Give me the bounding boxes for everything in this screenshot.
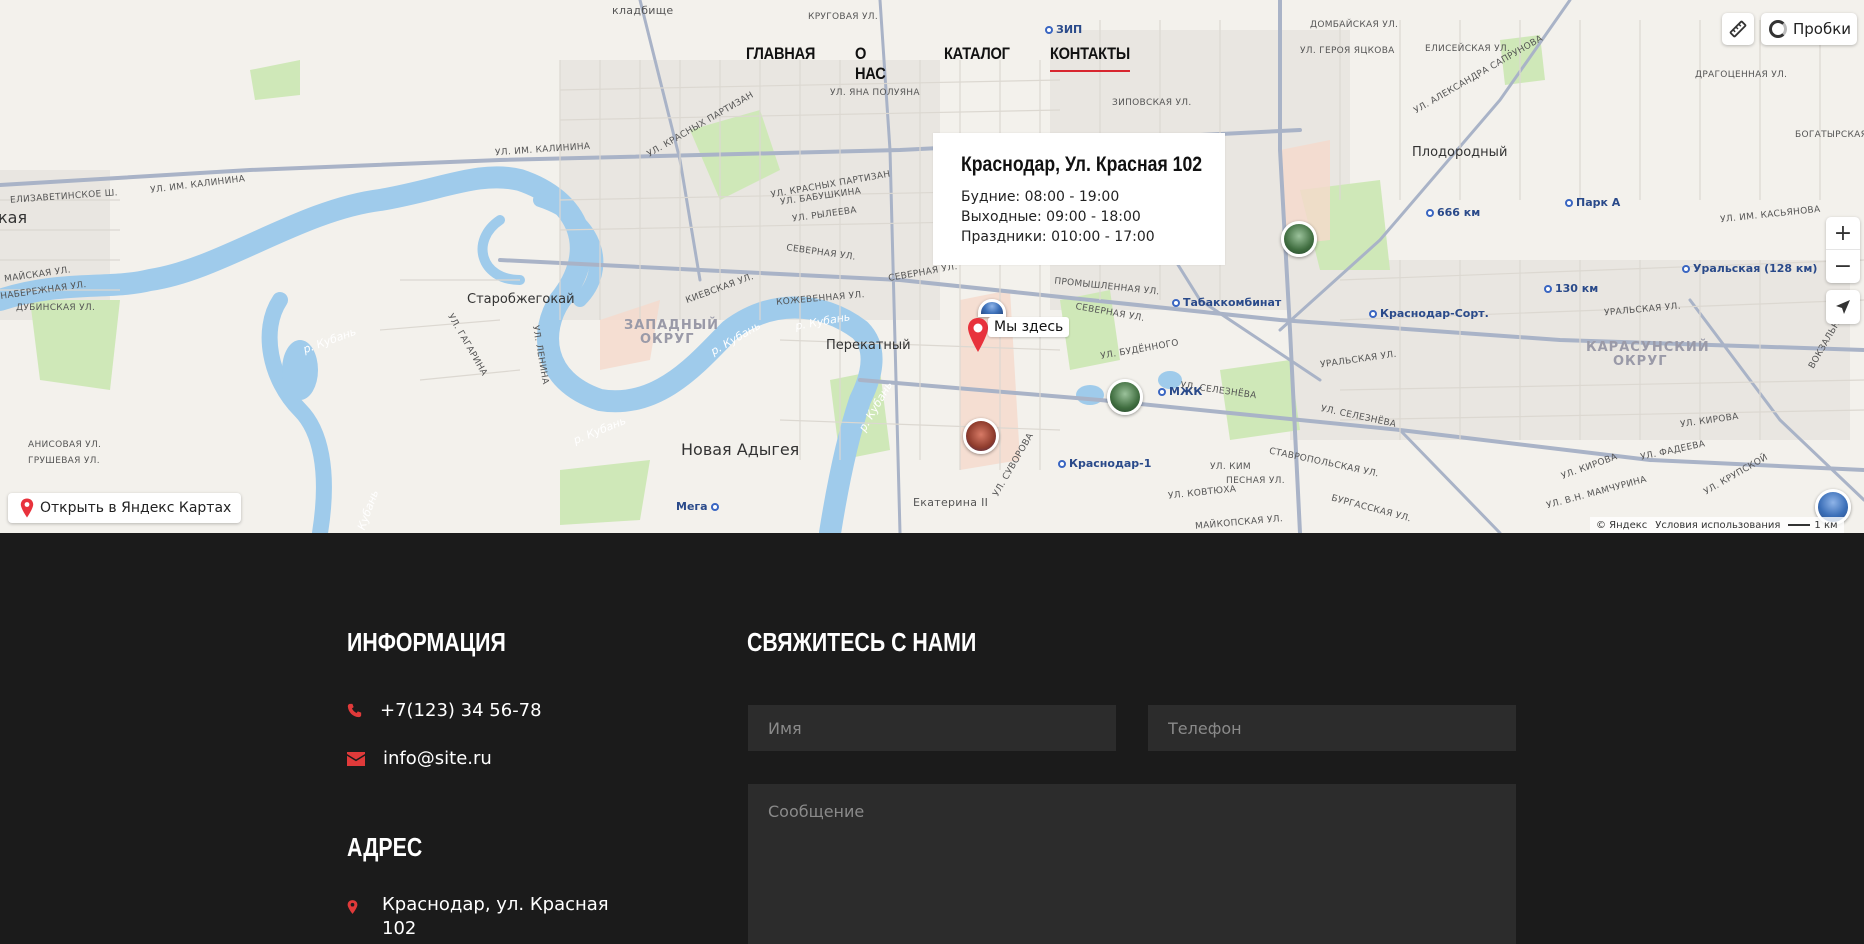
map-photo-marker[interactable] xyxy=(1107,379,1143,415)
open-in-yandex-maps-button[interactable]: Открыть в Яндекс Картах xyxy=(8,493,242,523)
info-heading: ИНФОРМАЦИЯ xyxy=(347,627,506,657)
nav-link-home[interactable]: ГЛАВНАЯ xyxy=(746,44,815,70)
ruler-button[interactable] xyxy=(1722,13,1754,45)
email-address: info@site.ru xyxy=(383,748,492,769)
traffic-button[interactable]: Пробки xyxy=(1761,13,1857,45)
geolocation-button[interactable] xyxy=(1826,290,1860,324)
phone-row[interactable]: +7(123) 34 56-78 xyxy=(347,700,542,721)
placemark-label: Мы здесь xyxy=(988,317,1070,337)
map[interactable]: кая Старобжегокай Новая Адыгея Перекатны… xyxy=(0,0,1864,533)
phone-icon xyxy=(347,703,362,718)
zoom-out-button[interactable]: − xyxy=(1826,250,1860,283)
zoom-in-button[interactable]: + xyxy=(1826,217,1860,250)
nav-link-catalog[interactable]: КАТАЛОГ xyxy=(944,44,1010,70)
map-pin-icon xyxy=(968,318,988,352)
email-row[interactable]: info@site.ru xyxy=(347,748,492,769)
map-photo-marker[interactable] xyxy=(963,418,999,454)
map-base xyxy=(0,0,1864,533)
contact-heading: СВЯЖИТЕСЬ С НАМИ xyxy=(747,627,977,657)
location-placemark[interactable]: Мы здесь xyxy=(966,317,1070,353)
phone-input[interactable] xyxy=(1148,705,1516,751)
map-copyright-bar: © Яндекс Условия использования 1 км xyxy=(1590,517,1844,533)
terms-link[interactable]: Условия использования xyxy=(1655,520,1780,531)
phone-number: +7(123) 34 56-78 xyxy=(380,700,542,721)
open-in-yandex-label: Открыть в Яндекс Картах xyxy=(40,500,232,516)
map-photo-marker[interactable] xyxy=(1281,221,1317,257)
name-input[interactable] xyxy=(748,705,1116,751)
traffic-label: Пробки xyxy=(1793,20,1852,38)
copyright-text: © Яндекс xyxy=(1596,519,1648,531)
traffic-icon xyxy=(1769,20,1787,38)
nav-link-contacts[interactable]: КОНТАКТЫ xyxy=(1050,44,1130,72)
location-title: Краснодар, Ул. Красная 102 xyxy=(961,153,1203,176)
hours-weekends: Выходные: 09:00 - 18:00 xyxy=(961,209,1141,225)
location-pin-icon xyxy=(347,900,358,914)
map-pin-icon xyxy=(20,498,34,518)
location-info-card: Краснодар, Ул. Красная 102 Будние: 08:00… xyxy=(933,133,1225,265)
address-text: Краснодар, ул. Красная 102 xyxy=(382,894,609,939)
ruler-icon xyxy=(1729,20,1747,38)
address-heading: АДРЕС xyxy=(347,832,423,862)
map-scale: 1 км xyxy=(1788,520,1838,531)
message-textarea[interactable] xyxy=(748,784,1516,944)
footer: ИНФОРМАЦИЯ +7(123) 34 56-78 info@site.ru… xyxy=(0,533,1864,944)
envelope-icon xyxy=(347,751,365,766)
address-row: Краснодар, ул. Красная 102 xyxy=(347,893,609,941)
nav-link-about[interactable]: О НАС xyxy=(855,44,886,90)
navigation-arrow-icon xyxy=(1836,300,1850,314)
zoom-control: + − xyxy=(1826,217,1860,283)
hours-holidays: Праздники: 010:00 - 17:00 xyxy=(961,229,1155,245)
hours-weekdays: Будние: 08:00 - 19:00 xyxy=(961,189,1120,205)
